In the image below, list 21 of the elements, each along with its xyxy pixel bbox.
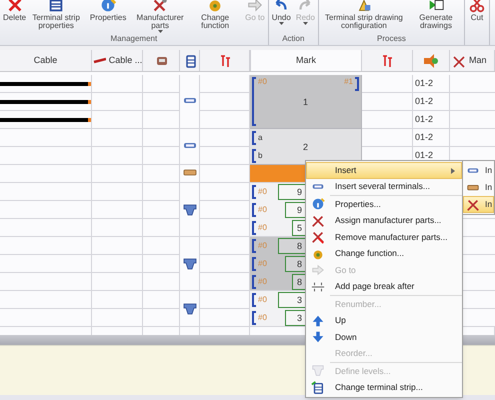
terminal-index: #0 xyxy=(258,276,267,288)
terminal-index: #1 xyxy=(344,76,353,88)
terminal-label: b xyxy=(258,150,262,162)
group-label: Process xyxy=(376,34,407,44)
table-cell: 01-2 xyxy=(413,111,450,129)
terminal-index: #0 xyxy=(258,240,267,252)
terminal-mark: 1 xyxy=(302,96,309,109)
table-cell: 01-2 xyxy=(413,75,450,93)
table-cell: 01-2 xyxy=(413,93,450,111)
table-cell: 01-2 xyxy=(413,129,450,147)
terminal-index: #0 xyxy=(258,294,267,306)
terminal-index: #0 xyxy=(258,204,267,216)
group-label: Management xyxy=(110,34,158,44)
terminal-mark: 2 xyxy=(302,141,309,154)
terminal-index: #0 xyxy=(258,76,267,88)
terminal-index: #0 xyxy=(258,186,267,198)
terminal-index: #0 xyxy=(258,222,267,234)
terminal-index: #0 xyxy=(258,258,267,270)
terminal-index: #0 xyxy=(258,312,267,324)
group-label: Action xyxy=(281,34,306,44)
terminal-label: a xyxy=(258,132,262,144)
